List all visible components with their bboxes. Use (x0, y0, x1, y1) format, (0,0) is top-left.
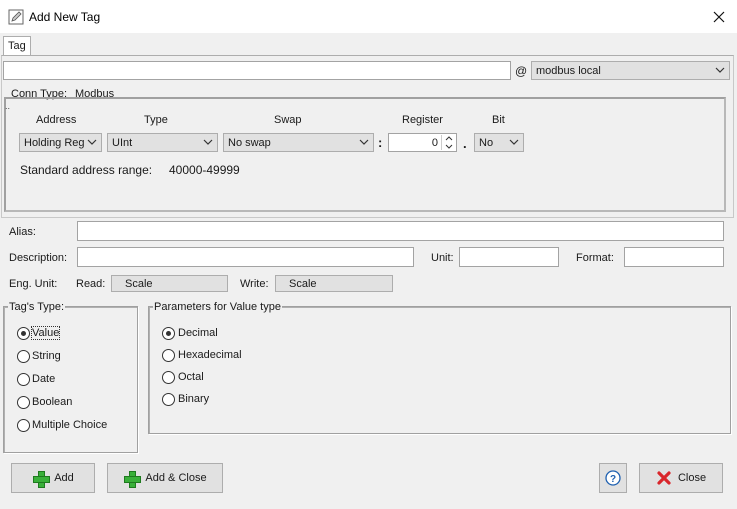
close-icon (713, 11, 725, 23)
bit-value: No (479, 137, 494, 149)
tags-type-title: Tag's Type: (8, 301, 66, 313)
bit-select[interactable]: No (474, 133, 524, 152)
address-range-value: 40000-49999 (169, 163, 240, 177)
swap-value: No swap (228, 137, 271, 149)
at-symbol: @ (515, 64, 528, 78)
register-colon: : (378, 135, 383, 150)
read-label: Read: (76, 278, 106, 290)
write-scale-button[interactable]: Scale (275, 275, 393, 292)
radio-hexadecimal[interactable] (162, 349, 175, 362)
radio-binary-label[interactable]: Binary (178, 393, 209, 405)
format-input[interactable] (624, 247, 724, 267)
help-mark: ? (610, 474, 616, 485)
close-button-label: Close (677, 472, 707, 484)
radio-date-label[interactable]: Date (32, 373, 55, 385)
bit-dot: . (463, 136, 467, 151)
radio-value-label[interactable]: Value (30, 326, 61, 340)
value-params-group (148, 306, 731, 434)
radio-value[interactable] (17, 327, 30, 340)
add-close-button-label: Add & Close (145, 472, 207, 484)
type-header: Type (144, 114, 168, 126)
radio-date[interactable] (17, 373, 30, 386)
radio-decimal[interactable] (162, 327, 175, 340)
close-window-button[interactable] (706, 5, 732, 29)
address-range-label: Standard address range: (20, 163, 153, 177)
eng-unit-label: Eng. Unit: (9, 278, 58, 290)
description-label: Description: (9, 252, 68, 264)
unit-label: Unit: (431, 252, 454, 264)
read-scale-button[interactable]: Scale (111, 275, 228, 292)
spin-up-icon[interactable] (443, 135, 455, 142)
address-select[interactable]: Holding Reg (19, 133, 102, 152)
address-value: Holding Reg (24, 137, 85, 149)
address-header: Address (36, 114, 77, 126)
chevron-down-icon (359, 139, 369, 145)
chevron-down-icon (715, 67, 725, 73)
panel-grip: .. (5, 101, 11, 111)
plus-icon (32, 470, 51, 488)
radio-octal-label[interactable]: Octal (178, 371, 204, 383)
tab-tag[interactable]: Tag (3, 36, 31, 56)
add-button-label: Add (54, 472, 74, 484)
radio-string[interactable] (17, 350, 30, 363)
radio-boolean[interactable] (17, 396, 30, 409)
modbus-address-panel (4, 97, 726, 212)
chevron-down-icon (87, 139, 97, 145)
help-icon: ? (605, 470, 621, 486)
chevron-down-icon (509, 139, 519, 145)
type-select[interactable]: UInt (107, 133, 218, 152)
swap-select[interactable]: No swap (223, 133, 374, 152)
register-header: Register (402, 114, 443, 126)
tag-name-input[interactable] (3, 61, 511, 80)
plus-icon (123, 470, 142, 488)
red-x-icon (657, 471, 671, 485)
window-title: Add New Tag (29, 10, 101, 24)
value-params-title: Parameters for Value type (153, 301, 282, 313)
alias-label: Alias: (9, 226, 36, 238)
radio-binary[interactable] (162, 393, 175, 406)
radio-multiple-choice-label[interactable]: Multiple Choice (32, 419, 107, 431)
write-label: Write: (240, 278, 269, 290)
radio-hexadecimal-label[interactable]: Hexadecimal (178, 349, 242, 361)
type-value: UInt (112, 137, 133, 149)
bit-header: Bit (492, 114, 505, 126)
connection-select[interactable]: modbus local (531, 61, 730, 80)
help-button[interactable]: ? (599, 463, 627, 493)
register-spinbox[interactable]: 0 (388, 133, 457, 152)
alias-input[interactable] (77, 221, 724, 241)
register-spin-buttons[interactable] (441, 135, 455, 150)
title-bar (0, 0, 737, 33)
format-label: Format: (576, 252, 614, 264)
spin-down-icon[interactable] (443, 143, 455, 150)
description-input[interactable] (77, 247, 414, 267)
edit-pencil-icon (8, 9, 24, 25)
radio-multiple-choice[interactable] (17, 419, 30, 432)
connection-value: modbus local (536, 65, 601, 77)
add-close-button[interactable]: Add & Close (107, 463, 223, 493)
swap-header: Swap (274, 114, 302, 126)
radio-decimal-label[interactable]: Decimal (178, 327, 218, 339)
chevron-down-icon (203, 139, 213, 145)
radio-octal[interactable] (162, 371, 175, 384)
register-value: 0 (431, 137, 438, 149)
radio-boolean-label[interactable]: Boolean (32, 396, 72, 408)
unit-input[interactable] (459, 247, 559, 267)
radio-string-label[interactable]: String (32, 350, 61, 362)
close-button[interactable]: Close (639, 463, 723, 493)
add-button[interactable]: Add (11, 463, 95, 493)
